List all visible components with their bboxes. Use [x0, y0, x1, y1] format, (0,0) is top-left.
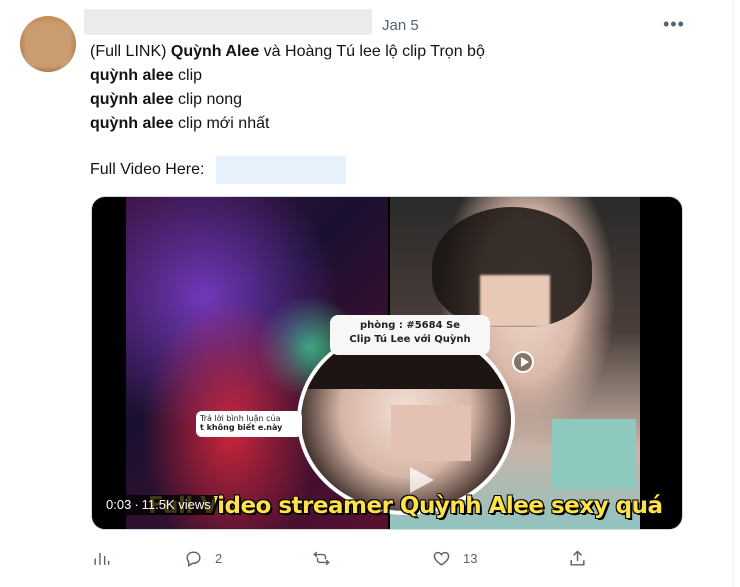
full-video-label: Full Video Here: [90, 161, 205, 178]
separator-dot: · [134, 497, 139, 512]
overlay-label-line-1: phòng : #5684 Se [359, 320, 461, 331]
reply-icon [186, 550, 201, 567]
overlay-comment-line-2: t không biết e.này [200, 423, 283, 432]
avatar[interactable] [20, 16, 76, 72]
overlay-label: phòng : #5684 Se Clip Tú Lee với Quỳnh [330, 315, 490, 355]
column-divider [733, 0, 734, 587]
blur-patch [552, 419, 636, 489]
inset-face-blur [391, 405, 471, 461]
action-bar: 2 13 [0, 544, 740, 572]
overlay-label-line-2: Clip Tú Lee với Quỳnh [349, 334, 471, 345]
tweet-text-line-2: quỳnh alee clip [90, 66, 202, 86]
text-rest: clip [173, 67, 203, 84]
more-dots-icon[interactable]: ••• [663, 15, 685, 33]
tweet-text-line-1: (Full LINK) Quỳnh Alee và Hoàng Tú lee l… [90, 42, 485, 62]
video-player[interactable]: phòng : #5684 Se Clip Tú Lee với Quỳnh T… [91, 196, 683, 530]
reply-button[interactable]: 2 [184, 544, 222, 572]
text-bold: quỳnh alee [90, 115, 174, 132]
text-prefix: (Full LINK) [90, 43, 171, 60]
video-duration-views: 0:03 · 11.5K views [102, 495, 215, 515]
text-rest: clip mới nhất [173, 115, 270, 132]
reply-count: 2 [215, 550, 223, 566]
like-count: 13 [463, 550, 478, 566]
text-rest: và Hoàng Tú lee lộ clip Trọn bộ [259, 43, 485, 60]
share-icon [570, 549, 585, 566]
views-button[interactable] [92, 544, 111, 572]
text-rest: clip nong [173, 91, 243, 108]
text-bold: Quỳnh Alee [170, 43, 260, 60]
overlay-comment: Trả lời bình luận của t không biết e.này [196, 411, 302, 437]
play-icon [512, 351, 534, 373]
link-redacted[interactable] [216, 156, 346, 184]
text-bold: quỳnh alee [90, 67, 174, 84]
retweet-icon [313, 551, 330, 565]
heart-icon [433, 551, 450, 566]
tweet[interactable]: Jan 5 ••• (Full LINK) Quỳnh Alee và Hoàn… [0, 0, 740, 587]
tweet-date[interactable]: Jan 5 [382, 17, 419, 34]
author-name-redacted[interactable] [84, 9, 372, 35]
avatar-blur [24, 24, 72, 68]
text-bold: quỳnh alee [90, 91, 174, 108]
video-duration: 0:03 [106, 497, 132, 512]
tweet-text-line-3: quỳnh alee clip nong [90, 90, 242, 110]
tweet-text-line-4: quỳnh alee clip mới nhất [90, 114, 269, 134]
overlay-comment-line-1: Trả lời bình luận của [200, 414, 281, 423]
face-blur [480, 275, 550, 327]
bar-chart-icon [94, 552, 110, 565]
retweet-button[interactable] [312, 544, 343, 572]
like-button[interactable]: 13 [432, 544, 477, 572]
video-views: 11.5K views [141, 497, 211, 512]
share-button[interactable] [568, 544, 587, 572]
video-caption: Full Video streamer Quỳnh Alee sexy quá [148, 493, 663, 519]
